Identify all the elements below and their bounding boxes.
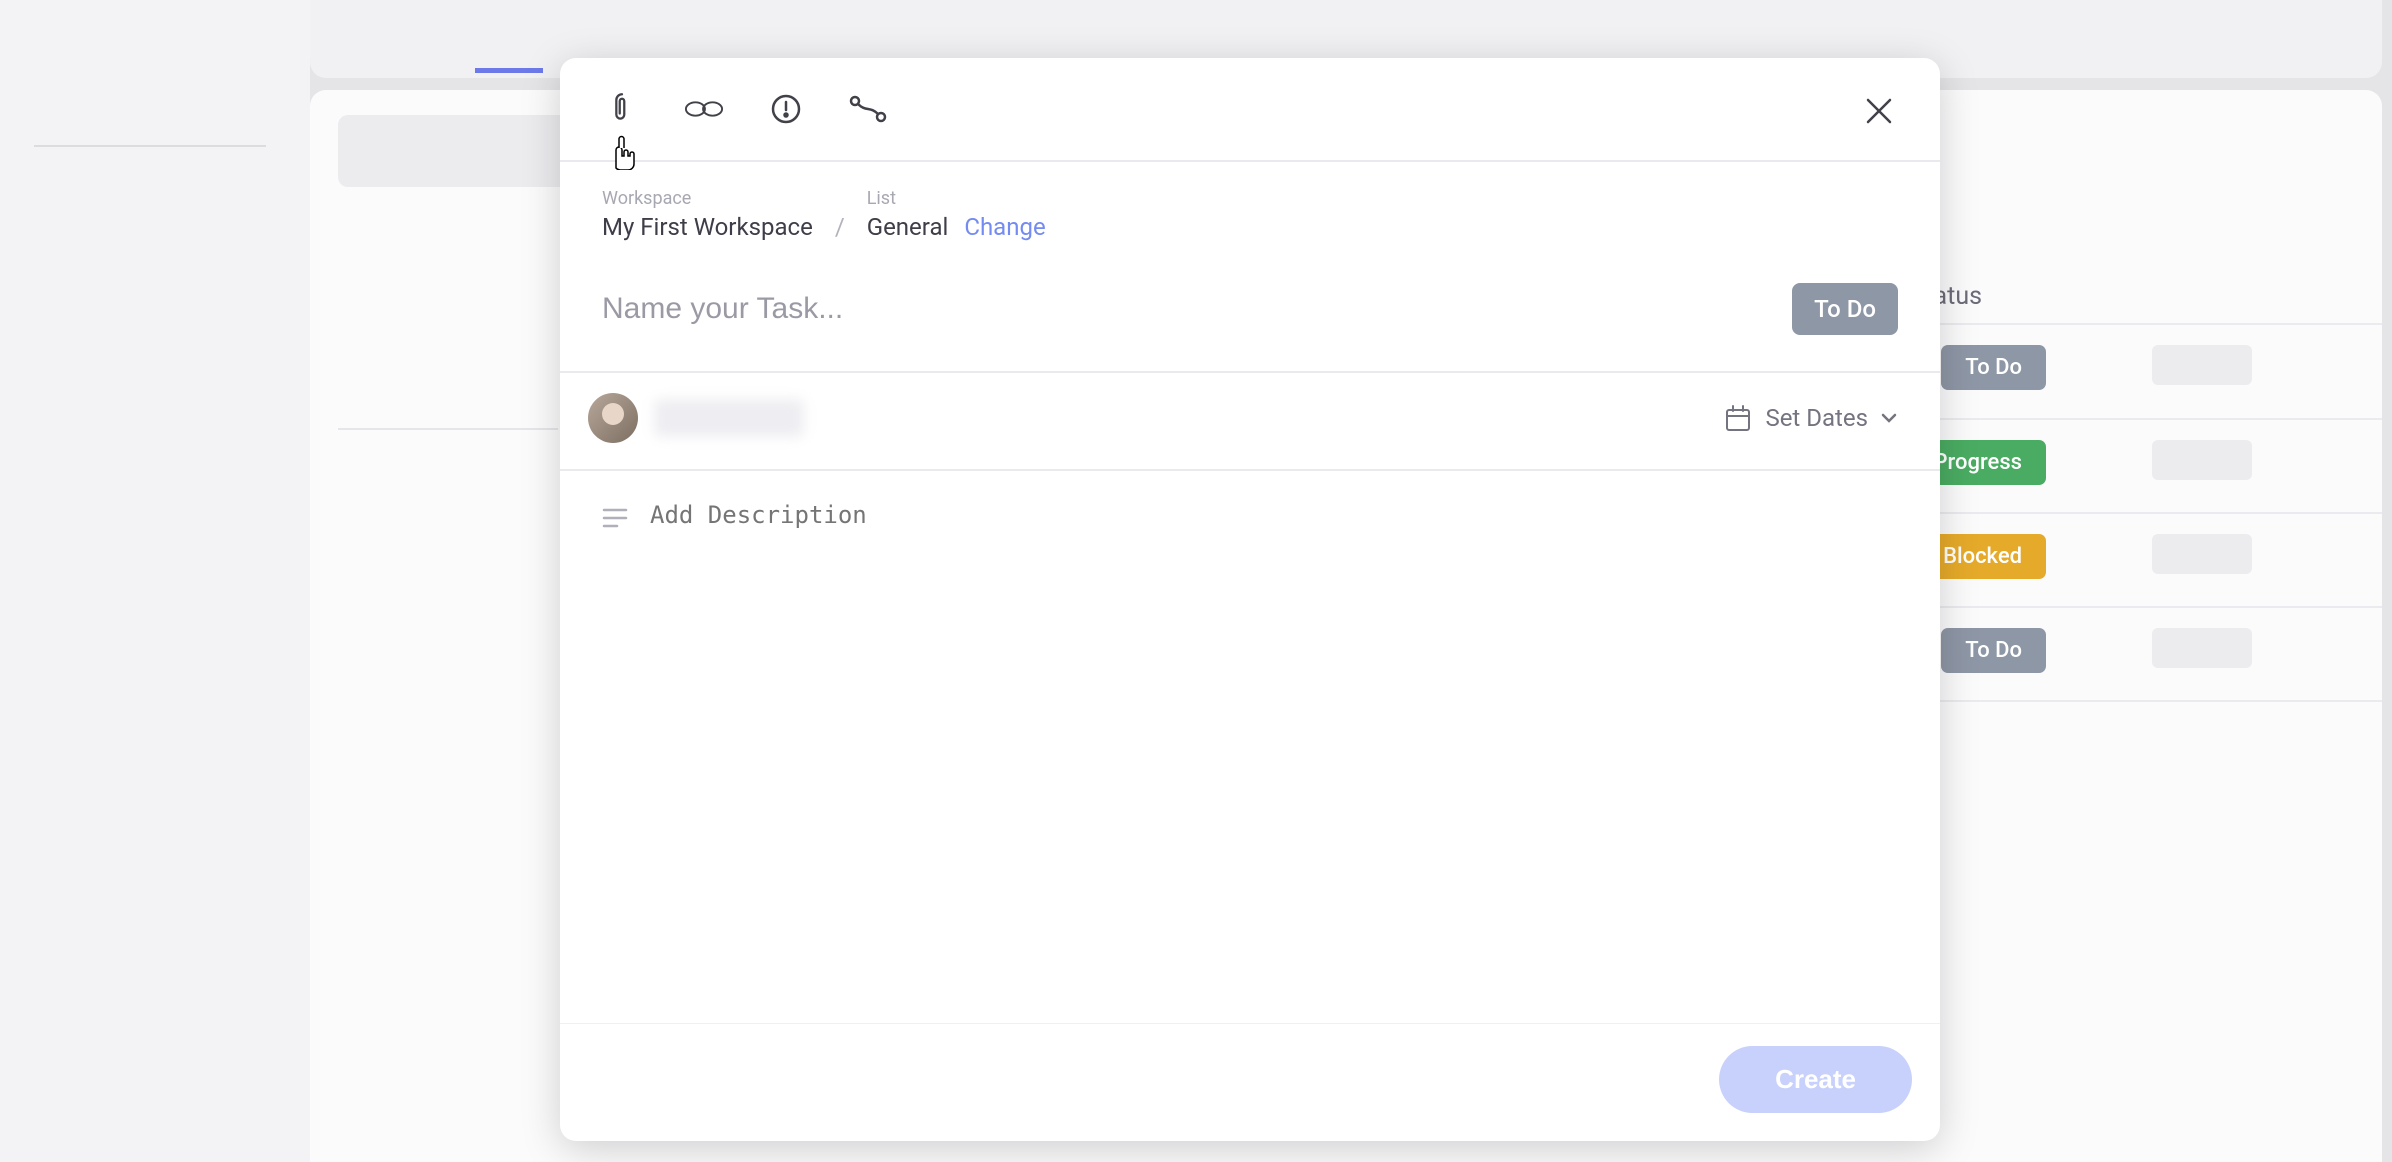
chevron-down-icon	[1880, 412, 1898, 424]
calendar-icon	[1723, 403, 1753, 433]
breadcrumb-list-label: List	[867, 188, 949, 209]
breadcrumb-list-value: General	[867, 213, 949, 241]
breadcrumb-list: List General	[867, 188, 949, 241]
status-pill[interactable]: To Do	[1792, 283, 1898, 335]
modal-toolbar	[560, 58, 1940, 162]
breadcrumb-change-link[interactable]: Change	[964, 213, 1045, 241]
attachment-icon[interactable]	[602, 89, 642, 129]
set-dates-label: Set Dates	[1765, 404, 1868, 432]
breadcrumb-workspace-value: My First Workspace	[602, 213, 813, 241]
assign-row: Set Dates	[560, 373, 1940, 471]
breadcrumb-workspace: Workspace My First Workspace	[602, 188, 813, 241]
description-input[interactable]	[650, 501, 1898, 901]
modal-footer: Create	[560, 1023, 1940, 1141]
description-row	[560, 471, 1940, 1023]
assignee-avatar[interactable]	[588, 393, 638, 443]
create-task-modal: Workspace My First Workspace / List Gene…	[560, 58, 1940, 1141]
breadcrumb-workspace-label: Workspace	[602, 188, 813, 209]
link-icon[interactable]	[684, 89, 724, 129]
task-title-input[interactable]	[602, 292, 1772, 326]
set-dates-button[interactable]: Set Dates	[1723, 403, 1898, 433]
breadcrumb-separator: /	[835, 213, 845, 241]
create-button[interactable]: Create	[1719, 1046, 1912, 1113]
priority-icon[interactable]	[766, 89, 806, 129]
title-row: To Do	[560, 259, 1940, 373]
breadcrumb: Workspace My First Workspace / List Gene…	[560, 162, 1940, 259]
close-button[interactable]	[1864, 96, 1900, 132]
description-icon	[602, 507, 628, 529]
dependency-icon[interactable]	[848, 89, 888, 129]
assignee-name-redacted	[654, 399, 804, 437]
